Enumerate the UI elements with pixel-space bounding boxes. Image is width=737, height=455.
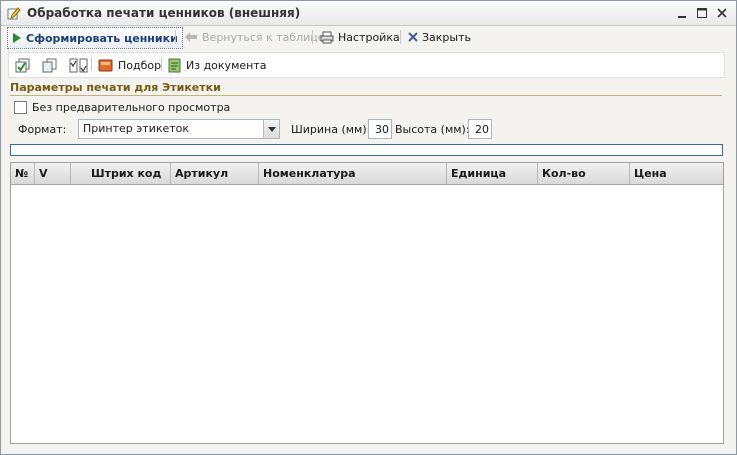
toolbar-separator [91, 57, 92, 71]
settings-label: Настройка [338, 30, 400, 44]
minimize-button[interactable] [673, 4, 691, 22]
back-arrow-icon [185, 32, 197, 42]
close-window-button[interactable] [713, 4, 731, 22]
check-all-button[interactable] [13, 56, 33, 74]
play-icon [13, 33, 21, 43]
section-divider [10, 95, 722, 96]
width-label: Ширина (мм): [291, 123, 371, 136]
main-window: Обработка печати ценников (внешняя) Сфор… [0, 0, 737, 455]
format-value: Принтер этикеток [83, 122, 190, 135]
height-value: 20 [475, 122, 489, 136]
column-header-unit[interactable]: Единица [447, 163, 538, 184]
select-button[interactable]: Подбор [96, 56, 163, 74]
close-x-icon [408, 32, 418, 42]
print-params-title: Параметры печати для Этикетки [10, 81, 221, 94]
from-document-button[interactable]: Из документа [166, 56, 268, 74]
toolbar-separator [312, 30, 313, 44]
progress-bar [10, 144, 723, 156]
settings-button[interactable]: Настройка [316, 27, 404, 47]
copy-icon [42, 58, 57, 72]
copy-button[interactable] [40, 56, 60, 74]
generate-label: Сформировать ценники [26, 31, 178, 45]
edit-document-icon [7, 7, 21, 20]
width-input[interactable]: 30 [368, 119, 392, 139]
chevron-down-icon [267, 126, 276, 132]
check-all-icon [15, 58, 30, 72]
table-header: № V Штрих код Артикул Номенклатура Едини… [11, 163, 723, 185]
column-header-number[interactable]: № [11, 163, 35, 184]
toolbar-separator [400, 30, 401, 44]
no-preview-label: Без предварительного просмотра [32, 100, 231, 114]
close-label: Закрыть [422, 30, 471, 44]
table-toolbar: Подбор Из документа [8, 52, 725, 78]
generate-price-tags-button[interactable]: Сформировать ценники [7, 27, 183, 49]
format-select[interactable]: Принтер этикеток [78, 119, 280, 139]
width-value: 30 [375, 122, 389, 136]
document-icon [168, 58, 181, 72]
price-tags-table[interactable]: № V Штрих код Артикул Номенклатура Едини… [10, 162, 724, 444]
close-icon [717, 8, 727, 18]
minimize-icon [678, 16, 686, 18]
column-header-barcode[interactable]: Штрих код [71, 163, 171, 184]
toolbar-separator [175, 30, 176, 44]
window-title: Обработка печати ценников (внешняя) [27, 6, 301, 20]
back-to-table-button[interactable]: Вернуться к таблице [180, 27, 329, 47]
dropdown-arrow-button[interactable] [263, 120, 279, 138]
toolbar-separator [161, 57, 162, 71]
main-toolbar: Сформировать ценники Вернуться к таблице… [3, 26, 734, 49]
checkbox-box[interactable] [14, 100, 27, 114]
printer-settings-icon [320, 31, 334, 43]
column-header-check[interactable]: V [35, 163, 71, 184]
maximize-icon [697, 8, 707, 18]
column-header-price[interactable]: Цена [630, 163, 723, 184]
column-header-nomenclature[interactable]: Номенклатура [259, 163, 447, 184]
checkbox-toggle-icon [69, 58, 88, 72]
no-preview-checkbox[interactable]: Без предварительного просмотра [14, 99, 230, 115]
column-header-quantity[interactable]: Кол-во [538, 163, 630, 184]
select-label: Подбор [118, 58, 162, 72]
from-document-label: Из документа [186, 58, 267, 72]
height-input[interactable]: 20 [468, 119, 492, 139]
height-label: Высота (мм): [395, 123, 470, 136]
title-bar: Обработка печати ценников (внешняя) [1, 1, 736, 26]
maximize-button[interactable] [693, 4, 711, 22]
format-label: Формат: [18, 123, 67, 136]
column-header-article[interactable]: Артикул [171, 163, 259, 184]
back-label: Вернуться к таблице [202, 30, 325, 44]
toggle-checks-button[interactable] [67, 56, 91, 74]
close-button[interactable]: Закрыть [404, 27, 475, 47]
book-icon [98, 59, 113, 71]
